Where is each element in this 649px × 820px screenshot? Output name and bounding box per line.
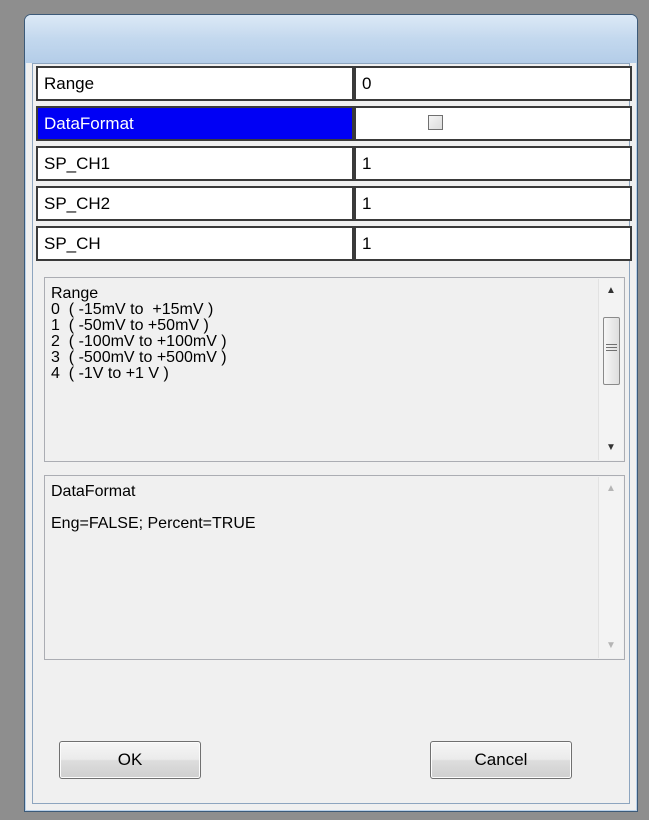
property-value-sp-ch2[interactable]: 1 [354,186,632,221]
property-label-sp-ch1[interactable]: SP_CH1 [36,146,354,181]
property-label-dataformat[interactable]: DataFormat [36,106,354,141]
info-line: DataFormat [51,483,136,500]
scroll-down-arrow-icon[interactable]: ▼ [599,636,623,656]
property-row-sp-ch: SP_CH 1 [36,226,632,266]
scroll-down-arrow-icon[interactable]: ▼ [599,438,623,458]
dialog-window: Range 0 DataFormat SP_CH1 1 SP_CH2 1 SP_… [24,14,638,812]
description-line: 4 ( -1V to +1 V ) [51,365,169,382]
property-value-sp-ch1[interactable]: 1 [354,146,632,181]
property-label-sp-ch[interactable]: SP_CH [36,226,354,261]
info-line [51,500,594,516]
description-line: 1 ( -50mV to +50mV ) [51,317,209,334]
description-line: 3 ( -500mV to +500mV ) [51,349,227,366]
property-row-sp-ch1: SP_CH1 1 [36,146,632,186]
description-line: Range [51,285,99,302]
property-value-dataformat[interactable] [354,106,632,141]
scroll-up-arrow-icon[interactable]: ▲ [599,479,623,499]
property-label-range[interactable]: Range [36,66,354,101]
description-text: Range 0 ( -15mV to +15mV ) 1 ( -50mV to … [51,286,594,382]
ok-button[interactable]: OK [59,741,201,779]
description-scrollbar[interactable]: ▲ ▼ [598,279,623,460]
cancel-button[interactable]: Cancel [430,741,572,779]
property-row-dataformat: DataFormat [36,106,632,146]
description-line: 2 ( -100mV to +100mV ) [51,333,227,350]
property-label-sp-ch2[interactable]: SP_CH2 [36,186,354,221]
title-bar[interactable] [25,15,637,63]
property-value-sp-ch[interactable]: 1 [354,226,632,261]
dataformat-checkbox[interactable] [428,115,443,130]
scroll-up-arrow-icon[interactable]: ▲ [599,281,623,301]
dialog-client-area: Range 0 DataFormat SP_CH1 1 SP_CH2 1 SP_… [32,63,632,804]
property-grid: Range 0 DataFormat SP_CH1 1 SP_CH2 1 SP_… [36,66,632,266]
property-row-sp-ch2: SP_CH2 1 [36,186,632,226]
info-line: Eng=FALSE; Percent=TRUE [51,515,256,532]
info-text: DataFormat Eng=FALSE; Percent=TRUE [51,484,594,532]
info-textbox[interactable]: DataFormat Eng=FALSE; Percent=TRUE ▲ ▼ [44,475,625,660]
grip-icon [606,344,617,353]
description-textbox[interactable]: Range 0 ( -15mV to +15mV ) 1 ( -50mV to … [44,277,625,462]
scroll-thumb[interactable] [603,317,620,385]
info-scrollbar[interactable]: ▲ ▼ [598,477,623,658]
property-row-range: Range 0 [36,66,632,106]
property-value-range[interactable]: 0 [354,66,632,101]
description-line: 0 ( -15mV to +15mV ) [51,301,214,318]
